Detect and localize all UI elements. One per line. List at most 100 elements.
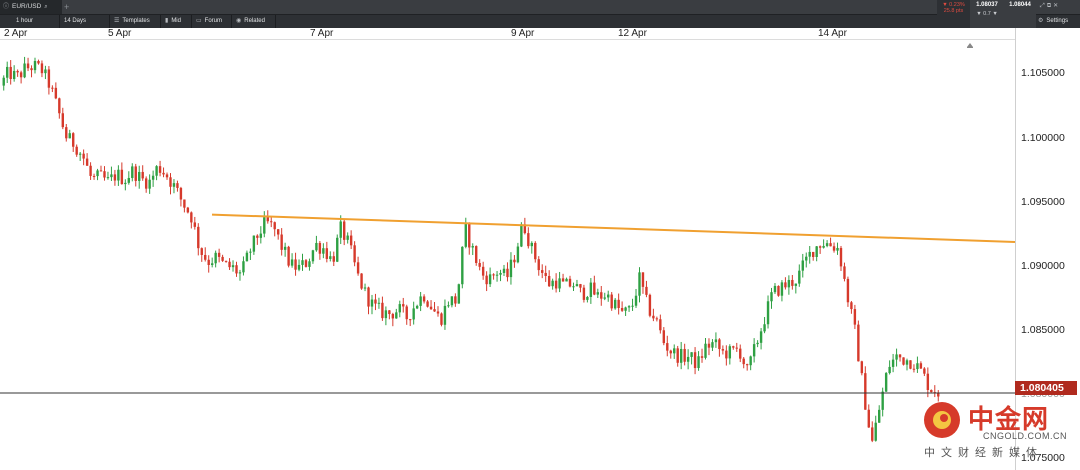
candle-body <box>259 233 263 238</box>
forum-label: Forum <box>204 18 223 24</box>
candle-body <box>245 252 249 262</box>
candle-body <box>457 284 461 304</box>
price-tick: 1.085000 <box>1021 324 1065 336</box>
candle-body <box>728 346 732 359</box>
candle-body <box>822 245 825 248</box>
candle-body <box>607 294 610 298</box>
candle-body <box>506 268 509 278</box>
mid-button[interactable]: ▮ Mid <box>161 15 192 28</box>
candle-body <box>231 265 235 268</box>
candle-body <box>332 256 335 262</box>
templates-button[interactable]: ☰ Templates <box>110 15 161 28</box>
candle-body <box>509 259 513 278</box>
candle-body <box>402 304 405 307</box>
candle-body <box>579 284 582 288</box>
date-tick: 14 Apr <box>818 28 847 39</box>
candle-body <box>565 278 568 282</box>
candle-body <box>881 391 884 410</box>
settings-button[interactable]: ⚙ Settings <box>1038 14 1068 28</box>
scroll-marker-icon <box>967 43 973 48</box>
candle-body <box>499 272 502 275</box>
candle-body <box>134 166 137 181</box>
candle-body <box>749 356 752 366</box>
expand-icon[interactable]: ⤢ <box>1040 3 1047 9</box>
candle-body <box>426 301 429 307</box>
candle-body <box>857 324 860 362</box>
window-controls: ⤢⧉✕ <box>1040 2 1060 10</box>
candle-body <box>113 174 117 181</box>
candle-body <box>283 246 287 250</box>
candle-body <box>228 261 231 268</box>
candle-body <box>513 259 516 263</box>
candle-body <box>204 254 207 260</box>
candle-body <box>374 299 377 304</box>
add-tab-button[interactable]: + <box>64 0 69 14</box>
candle-body <box>589 282 593 298</box>
candle-body <box>23 63 26 78</box>
date-tick: 9 Apr <box>511 28 535 39</box>
candle-body <box>270 221 273 223</box>
candle-body <box>346 235 349 240</box>
interval-button[interactable]: 1 hour <box>0 15 60 28</box>
candle-body <box>794 283 798 286</box>
candle-body <box>485 275 488 285</box>
candle-body <box>808 251 811 257</box>
candle-body <box>280 234 283 250</box>
candle-body <box>422 296 426 302</box>
range-button[interactable]: 14 Days <box>60 15 110 28</box>
ask-price: 1.08044 <box>1009 2 1031 8</box>
candle-body <box>183 199 186 208</box>
candle-body <box>304 260 308 267</box>
close-icon[interactable]: ✕ <box>1053 3 1060 9</box>
candle-body <box>641 272 645 287</box>
candle-body <box>409 319 412 321</box>
candle-body <box>770 292 773 302</box>
candle-body <box>276 229 280 235</box>
candle-body <box>47 69 51 88</box>
candle-body <box>155 166 158 176</box>
candle-body <box>659 319 662 331</box>
related-label: Related <box>244 18 265 24</box>
candle-body <box>832 246 836 251</box>
candle-body <box>9 66 12 80</box>
candle-body <box>169 177 172 187</box>
candle-body <box>33 60 37 71</box>
forum-button[interactable]: ▭ Forum <box>192 15 232 28</box>
watermark-domain: CNGOLD.COM.CN <box>983 431 1068 441</box>
candle-body <box>916 363 919 370</box>
bars-icon: ▮ <box>165 18 169 24</box>
search-icon[interactable]: ⌕ <box>44 0 47 14</box>
date-tick: 12 Apr <box>618 28 647 39</box>
ask-button[interactable]: 1.08044 <box>1004 0 1036 28</box>
candle-body <box>582 287 586 300</box>
candle-body <box>103 171 106 178</box>
candle-body <box>780 282 784 296</box>
candle-body <box>693 352 697 369</box>
instrument-info-icon[interactable]: ⓘ <box>3 0 9 14</box>
candle-body <box>398 304 401 313</box>
candle-body <box>874 422 877 441</box>
related-button[interactable]: ◉ Related <box>232 15 276 28</box>
candle-body <box>138 171 141 181</box>
tab-instrument[interactable]: ⓘ EUR/USD ⌕ <box>0 0 62 14</box>
candle-body <box>843 266 846 279</box>
candle-body <box>443 305 447 325</box>
candle-body <box>735 347 738 349</box>
candle-body <box>263 217 266 234</box>
candle-body <box>124 182 127 185</box>
spread-value: ▼ 0.7 ▼ <box>976 11 998 17</box>
candle-body <box>530 242 533 247</box>
candle-body <box>613 299 617 309</box>
candle-body <box>923 368 926 374</box>
candle-body <box>627 306 631 308</box>
candle-body <box>151 175 155 180</box>
candle-body <box>839 247 843 267</box>
candle-body <box>919 363 923 369</box>
price-chart[interactable] <box>0 40 1015 470</box>
candle-body <box>784 282 787 288</box>
settings-label: Settings <box>1046 18 1069 24</box>
candle-body <box>78 153 82 155</box>
candle-body <box>912 368 916 370</box>
bid-button[interactable]: 1.08037 ▼ 0.7 ▼ <box>970 0 1004 28</box>
candle-body <box>200 248 203 255</box>
